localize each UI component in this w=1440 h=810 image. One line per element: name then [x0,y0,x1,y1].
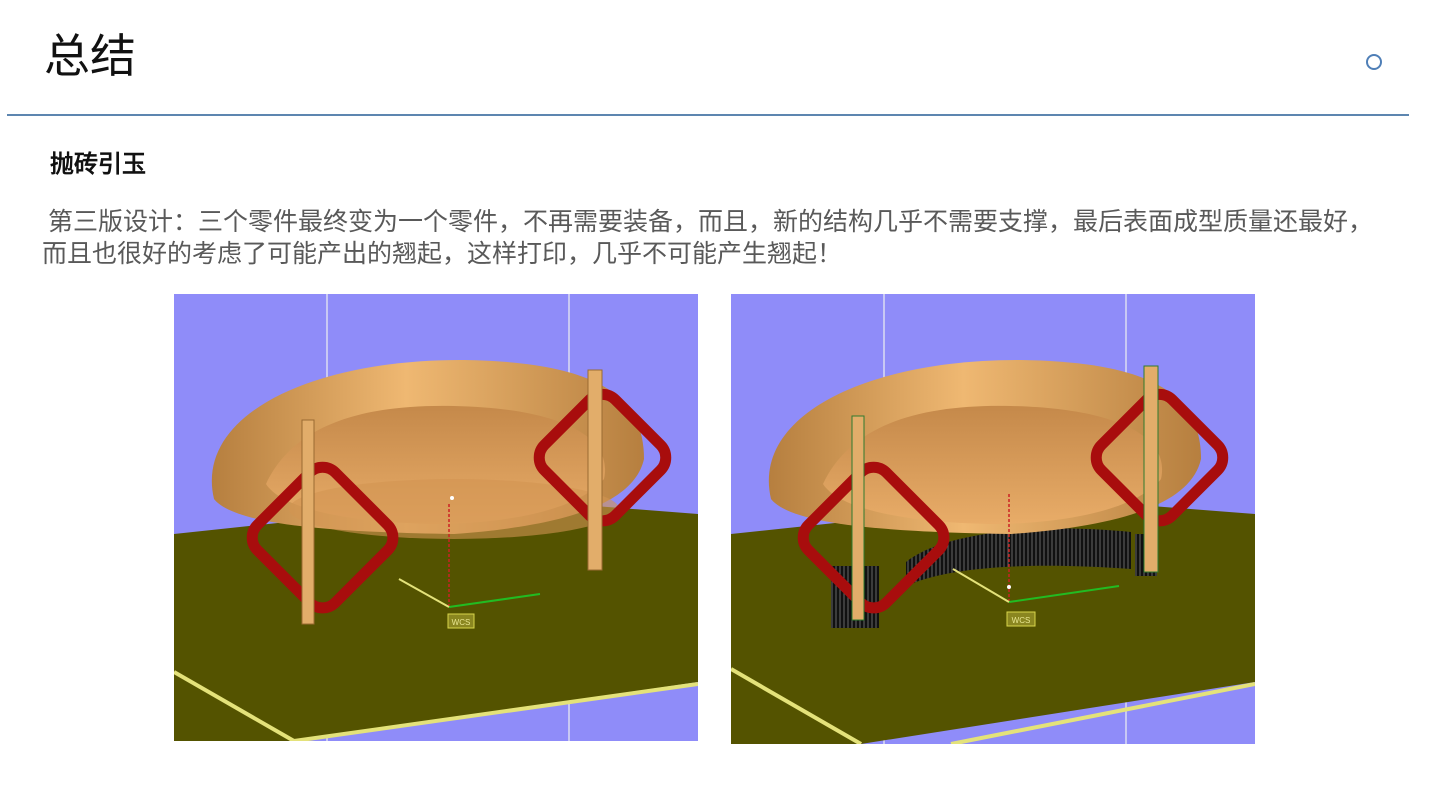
pin-left [301,419,315,625]
wcs-label: WCS [1012,616,1031,625]
pin-left [851,415,865,621]
subheading: 抛砖引玉 [50,149,146,178]
origin-marker [450,496,454,500]
slide: 总结 抛砖引玉 第三版设计：三个零件最终变为一个零件，不再需要装备，而且，新的结… [0,0,1440,810]
pin-right [587,369,603,571]
cad-render-left-image: WCS [174,294,698,741]
cad-render-left: WCS [174,294,698,741]
slide-title: 总结 [44,29,136,83]
pin-right [1143,365,1159,573]
cad-render-right: WCS [731,294,1255,744]
title-divider [7,114,1409,116]
cad-render-right-image: WCS [731,294,1255,744]
origin-marker [1007,585,1011,589]
body-paragraph: 第三版设计：三个零件最终变为一个零件，不再需要装备，而且，新的结构几乎不需要支撑… [42,207,1374,268]
wcs-label: WCS [452,618,471,627]
circle-outline-icon [1366,54,1382,70]
